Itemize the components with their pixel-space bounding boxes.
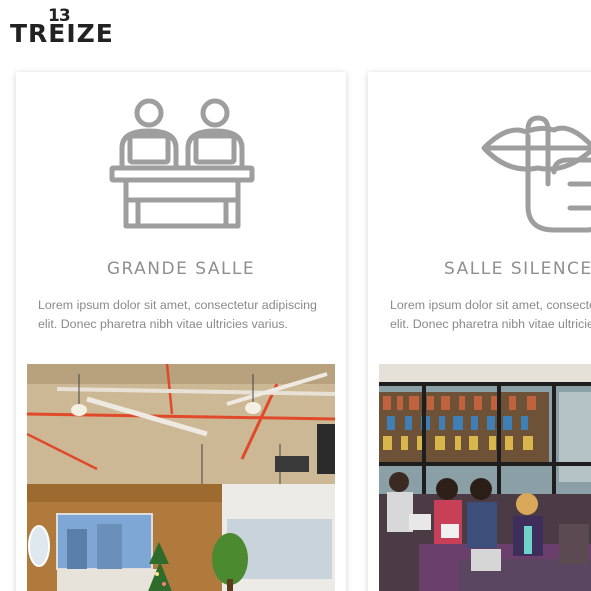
card-title: SALLE SILENCE	[444, 259, 591, 279]
logo-wordmark: TREIZE	[10, 19, 114, 48]
room-card-salle-silence[interactable]: SALLE SILENCE Lorem ipsum dolor sit amet…	[368, 72, 591, 591]
page: 13 TREIZE GRANDE SALLE Lorem ipsum dolor…	[0, 0, 591, 591]
people-at-desk-icon	[109, 98, 255, 229]
library-study-room-photo	[379, 364, 591, 591]
logo[interactable]: 13 TREIZE	[10, 8, 124, 48]
room-card-grande-salle[interactable]: GRANDE SALLE Lorem ipsum dolor sit amet,…	[16, 72, 346, 591]
card-description: Lorem ipsum dolor sit amet, consectetur …	[390, 298, 591, 331]
open-space-office-photo	[27, 364, 335, 591]
card-description: Lorem ipsum dolor sit amet, consectetur …	[38, 298, 317, 331]
silence-finger-on-lips-icon	[481, 115, 591, 233]
card-title: GRANDE SALLE	[106, 259, 256, 279]
